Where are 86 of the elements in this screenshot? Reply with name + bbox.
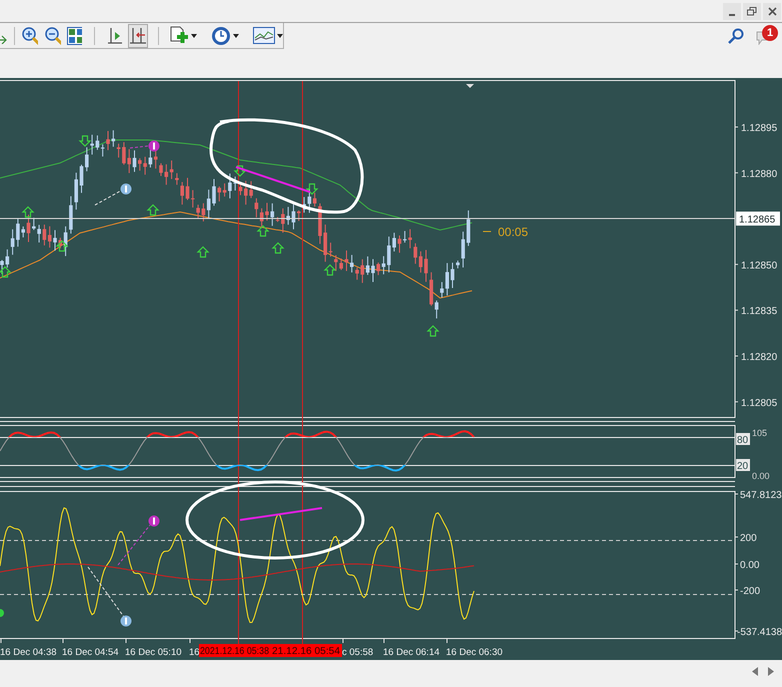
- up-arrow-icon: [146, 204, 160, 216]
- candlestick: [450, 262, 454, 288]
- scale-label: 0.00: [752, 471, 770, 481]
- candlestick: [26, 214, 30, 242]
- caret-icon: [191, 34, 197, 38]
- up-arrow-icon: [256, 225, 270, 237]
- oscillator-label: -537.4138: [737, 627, 782, 638]
- templates-button[interactable]: [253, 26, 283, 44]
- candlestick: [265, 202, 269, 222]
- candlestick: [371, 258, 375, 283]
- dashed-trend-line: [130, 146, 148, 148]
- restore-icon: [747, 7, 757, 16]
- oscillator-label: -200: [740, 586, 760, 597]
- peak-marker-icon: [148, 140, 160, 152]
- candlestick: [344, 250, 348, 272]
- oscillator-label: 200: [740, 533, 757, 544]
- dashed-trend-line: [88, 566, 124, 618]
- candlestick: [159, 162, 163, 176]
- candlestick: [80, 164, 84, 194]
- periods-button[interactable]: [211, 26, 239, 46]
- price-label: 1.12895: [741, 123, 778, 134]
- notification-badge: 1: [762, 25, 778, 41]
- candlestick: [238, 184, 242, 196]
- candlestick: [0, 260, 4, 274]
- candlestick: [212, 178, 216, 206]
- close-button[interactable]: [763, 3, 781, 20]
- search-icon[interactable]: [728, 28, 744, 44]
- minimize-button[interactable]: [723, 3, 741, 20]
- autoscroll-button[interactable]: [128, 24, 148, 48]
- price-label: 1.12880: [741, 168, 778, 180]
- level-label: 80: [736, 433, 750, 446]
- indicators-button[interactable]: [169, 26, 197, 46]
- zoom-out-icon[interactable]: [44, 26, 61, 46]
- time-label: 16: [189, 647, 200, 658]
- time-label: 16 Dec 04:38: [0, 647, 57, 658]
- peak-marker-icon: [148, 516, 160, 526]
- down-arrow-icon: [234, 165, 246, 177]
- up-arrow-icon: [22, 206, 34, 218]
- time-label: 16 Dec 04:54: [62, 647, 119, 658]
- scale-label: 105: [752, 428, 768, 438]
- down-arrow-icon: [306, 183, 318, 195]
- caret-icon: [277, 34, 283, 38]
- close-icon: [768, 7, 776, 16]
- scroll-marker-icon: [466, 84, 474, 88]
- current-price-label: 1.12865: [736, 212, 780, 226]
- time-label: c 05:58: [342, 647, 374, 658]
- candlestick: [106, 130, 110, 151]
- up-arrow-icon: [272, 242, 284, 254]
- price-label: 1.12850: [741, 260, 778, 272]
- level-label: 20: [736, 459, 750, 472]
- candlestick: [186, 177, 190, 201]
- candlestick: [292, 204, 296, 230]
- countdown-dash: [482, 231, 492, 232]
- candlestick: [398, 235, 402, 254]
- candlestick: [132, 150, 136, 172]
- time-label: 16 Dec 06:30: [446, 647, 503, 658]
- up-arrow-icon: [196, 246, 210, 258]
- chart-shift-icon[interactable]: [106, 26, 122, 44]
- minimize-icon: [729, 14, 735, 16]
- time-marker-label: 21.12.16 05:54: [271, 644, 342, 657]
- dashed-trend-line: [118, 524, 150, 566]
- countdown-timer: 00:05: [498, 225, 528, 239]
- up-arrow-icon: [0, 266, 12, 278]
- tile-windows-icon[interactable]: [66, 26, 82, 44]
- price-label: 1.12805: [741, 398, 778, 409]
- up-arrow-icon: [324, 264, 336, 276]
- zoom-in-icon[interactable]: [21, 26, 38, 46]
- up-arrow-icon: [426, 325, 440, 337]
- down-arrow-icon: [78, 135, 92, 147]
- oscillator-label: 0.00: [740, 560, 760, 571]
- oscillator-label: 547.8123: [740, 490, 782, 501]
- price-label: 1.12835: [741, 306, 778, 318]
- up-arrow-icon: [56, 240, 68, 252]
- candlestick: [424, 250, 428, 282]
- price-label: 1.12820: [741, 352, 778, 363]
- trough-marker-icon: [120, 616, 132, 626]
- time-label: 16 Dec 05:10: [125, 647, 182, 658]
- trough-marker-icon: [120, 184, 132, 194]
- caret-icon: [233, 34, 239, 38]
- candlestick: [53, 230, 57, 252]
- scroll-right-icon[interactable]: [768, 667, 774, 676]
- time-label: 16 Dec 06:14: [383, 647, 440, 658]
- chat-notification-button[interactable]: 1: [756, 25, 778, 47]
- candlestick: [466, 210, 470, 246]
- restore-button[interactable]: [743, 3, 761, 20]
- scroll-left-icon[interactable]: [752, 667, 758, 676]
